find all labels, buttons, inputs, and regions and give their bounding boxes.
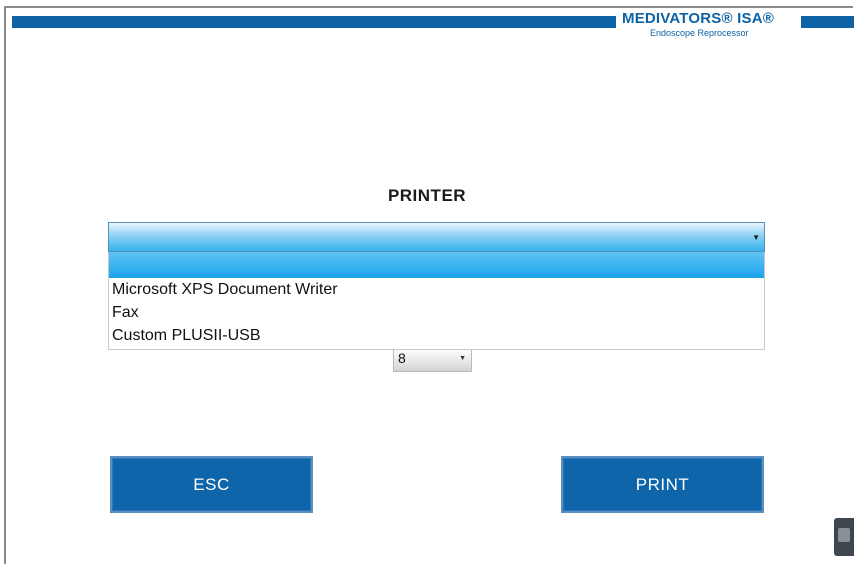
printer-select[interactable]: ▼	[108, 222, 765, 252]
copies-select[interactable]: 8 ▼	[393, 348, 472, 372]
print-button[interactable]: PRINT	[561, 456, 764, 513]
printer-dropdown-list: Microsoft XPS Document Writer Fax Custom…	[108, 252, 765, 350]
printer-option-fax[interactable]: Fax	[109, 301, 764, 324]
copies-select-value: 8	[398, 350, 406, 366]
printer-option-custom-plusii[interactable]: Custom PLUSII-USB	[109, 324, 764, 347]
chevron-down-icon[interactable]: ▼	[752, 233, 760, 242]
panel-icon	[838, 528, 850, 542]
chevron-down-icon[interactable]: ▼	[459, 355, 466, 362]
esc-button[interactable]: ESC	[110, 456, 313, 513]
header-bar-left	[12, 16, 616, 28]
page-title: PRINTER	[387, 186, 467, 205]
brand-logo: MEDIVATORS® ISA® Endoscope Reprocessor	[622, 10, 802, 38]
brand-name: MEDIVATORS® ISA®	[622, 10, 774, 27]
printer-option-blank[interactable]	[109, 252, 764, 278]
brand-subtitle: Endoscope Reprocessor	[650, 28, 749, 38]
printer-option-xps[interactable]: Microsoft XPS Document Writer	[109, 278, 764, 301]
header-bar-right	[801, 16, 854, 28]
side-panel-tab[interactable]	[834, 518, 854, 556]
